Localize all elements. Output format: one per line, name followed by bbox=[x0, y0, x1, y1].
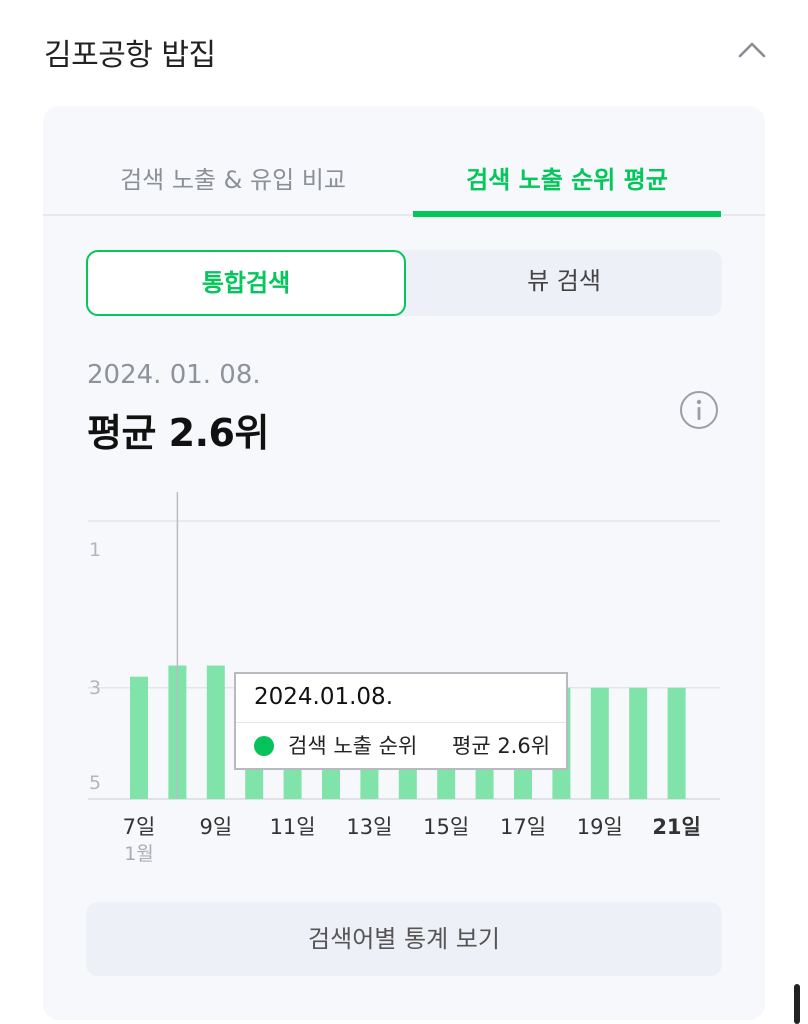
x-tick-label: 21일 bbox=[652, 815, 701, 839]
tab-exposure-inflow[interactable]: 검색 노출 & 유입 비교 bbox=[83, 160, 383, 216]
x-tick-label: 15일 bbox=[423, 815, 469, 839]
chart-bar[interactable] bbox=[667, 687, 686, 799]
chart-bar[interactable] bbox=[130, 676, 148, 799]
chevron-up-icon[interactable] bbox=[734, 34, 770, 64]
x-tick-label: 19일 bbox=[577, 815, 623, 839]
tooltip-date: 2024.01.08. bbox=[254, 684, 393, 710]
keyword-stats-button[interactable]: 검색어별 통계 보기 bbox=[86, 902, 722, 976]
chart-bar[interactable] bbox=[206, 665, 225, 799]
x-tick-label: 17일 bbox=[500, 815, 546, 839]
tab-label: 검색 노출 & 유입 비교 bbox=[120, 166, 346, 194]
x-tick-month-label: 1월 bbox=[124, 843, 154, 865]
tooltip-value: 평균 2.6위 bbox=[452, 734, 551, 758]
average-rank: 평균 2.6위 bbox=[87, 411, 269, 455]
tooltip-series: 검색 노출 순위 bbox=[288, 734, 418, 758]
x-tick-label: 9일 bbox=[199, 815, 232, 839]
page-title: 김포공항 밥집 bbox=[44, 38, 216, 73]
chart-bar[interactable] bbox=[590, 687, 609, 799]
view-search-button[interactable]: 뷰 검색 bbox=[406, 250, 722, 316]
chart-bar[interactable] bbox=[629, 687, 648, 799]
scrollbar-thumb[interactable] bbox=[794, 984, 800, 1024]
tab-bar: 검색 노출 & 유입 비교 검색 노출 순위 평균 bbox=[43, 106, 765, 217]
active-tab-indicator bbox=[413, 211, 721, 217]
x-tick-label: 13일 bbox=[346, 815, 392, 839]
y-tick-label: 5 bbox=[89, 772, 101, 794]
y-tick-label: 1 bbox=[89, 539, 101, 561]
rank-card: 검색 노출 & 유입 비교 검색 노출 순위 평균 통합검색 뷰 검색 2024… bbox=[43, 106, 765, 1020]
integrated-search-button[interactable]: 통합검색 bbox=[86, 250, 406, 316]
selected-date: 2024. 01. 08. bbox=[87, 360, 261, 390]
header: 김포공항 밥집 bbox=[0, 0, 808, 106]
search-type-toggle: 통합검색 뷰 검색 bbox=[86, 250, 722, 316]
tab-rank-average[interactable]: 검색 노출 순위 평균 bbox=[413, 160, 721, 217]
series-dot-icon bbox=[254, 736, 274, 756]
chart-tooltip: 2024.01.08. 검색 노출 순위 평균 2.6위 bbox=[234, 672, 568, 770]
tooltip-divider bbox=[236, 722, 566, 723]
tab-label: 검색 노출 순위 평균 bbox=[466, 166, 668, 194]
x-tick-label: 11일 bbox=[270, 815, 316, 839]
info-icon[interactable] bbox=[679, 390, 719, 430]
y-tick-label: 3 bbox=[89, 677, 101, 699]
x-tick-label: 7일 bbox=[123, 815, 156, 839]
